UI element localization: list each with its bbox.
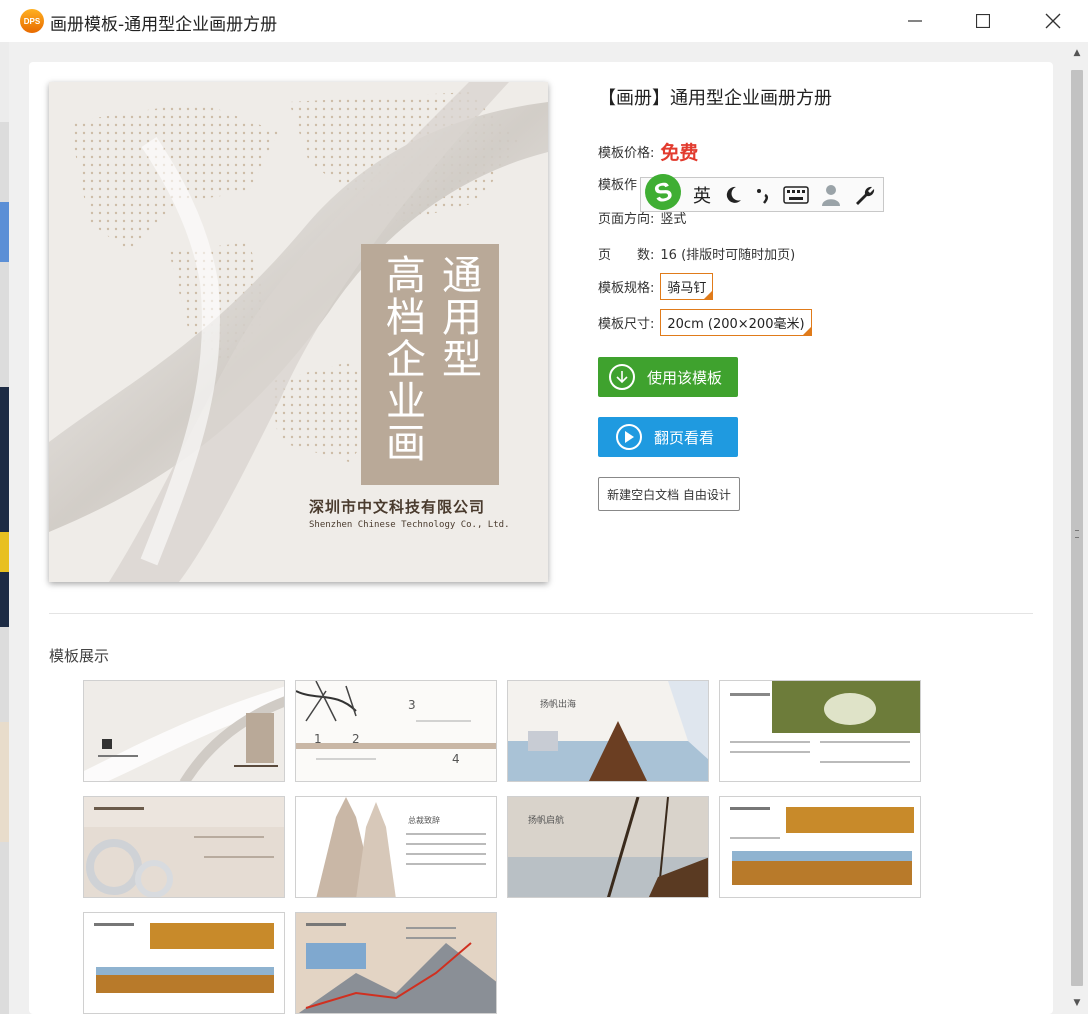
price-label: 模板价格: [598, 146, 655, 161]
close-icon [1045, 13, 1061, 29]
thumbnail-7[interactable]: 扬帆启航 [507, 796, 709, 898]
svg-text:总裁致辞: 总裁致辞 [408, 815, 440, 825]
author-label: 模板作 [598, 178, 638, 193]
thumbnail-bamboo-graphic: 1 2 3 4 [296, 681, 496, 781]
punctuation-icon[interactable] [755, 185, 771, 205]
template-detail-panel: 通用型 高档企业画 深圳市中文科技有限公司 Shenzhen Chinese T… [29, 62, 1053, 1014]
svg-text:2: 2 [352, 732, 360, 746]
flip-preview-button[interactable]: 翻页看看 [598, 417, 738, 457]
thumbnail-8[interactable] [719, 796, 921, 898]
ime-toolbar[interactable]: S 英 [640, 169, 884, 214]
size-row: 模板尺寸: 20cm (200×200毫米) [598, 309, 812, 336]
template-cover-preview[interactable]: 通用型 高档企业画 深圳市中文科技有限公司 Shenzhen Chinese T… [49, 82, 548, 582]
pages-value: 16 (排版时可随时加页) [660, 248, 796, 263]
scrollbar-thumb[interactable] [1071, 70, 1083, 986]
ime-mode-toggle[interactable]: 英 [693, 182, 711, 208]
thumbnail-cover-graphic [84, 681, 284, 781]
maximize-button[interactable] [948, 0, 1018, 42]
svg-text:扬帆出海: 扬帆出海 [540, 698, 576, 710]
window-titlebar: DPS 画册模板-通用型企业画册方册 [0, 0, 1088, 42]
template-title: 【画册】通用型企业画册方册 [598, 88, 832, 109]
flip-preview-label: 翻页看看 [654, 428, 715, 447]
pages-row: 页 数: 16 (排版时可随时加页) [598, 244, 795, 263]
cover-title-col1: 通用型 [435, 254, 481, 380]
use-template-label: 使用该模板 [647, 368, 723, 387]
cover-company-name-en: Shenzhen Chinese Technology Co., Ltd. [309, 520, 510, 530]
thumbnail-boat-graphic: 扬帆启航 [508, 797, 708, 897]
user-icon[interactable] [821, 184, 841, 206]
cover-company-name: 深圳市中文科技有限公司 [309, 498, 486, 516]
thumbnail-2[interactable]: 1 2 3 4 [295, 680, 497, 782]
sogou-logo-icon[interactable]: S [640, 169, 686, 214]
close-button[interactable] [1018, 0, 1088, 42]
thumbnail-1[interactable] [83, 680, 285, 782]
author-row: 模板作 [598, 174, 643, 193]
svg-text:4: 4 [452, 752, 460, 766]
moon-icon[interactable] [723, 185, 743, 205]
background-window-strip [0, 42, 9, 1014]
thumbnail-sail-graphic: 扬帆出海 [508, 681, 708, 781]
cover-title-col2: 高档企业画 [379, 254, 425, 464]
window-title: 画册模板-通用型企业画册方册 [50, 15, 278, 35]
thumbnail-river-graphic [720, 797, 920, 897]
thumbnail-5[interactable] [83, 796, 285, 898]
keyboard-icon[interactable] [783, 185, 809, 204]
size-option[interactable]: 20cm (200×200毫米) [660, 309, 812, 336]
new-blank-document-button[interactable]: 新建空白文档 自由设计 [598, 477, 740, 511]
thumbnail-10[interactable] [295, 912, 497, 1014]
binding-label: 模板规格: [598, 281, 655, 296]
minimize-icon [908, 20, 922, 22]
binding-option[interactable]: 骑马钉 [660, 273, 714, 300]
play-icon [616, 424, 642, 450]
showcase-title: 模板展示 [49, 647, 110, 665]
cover-title: 通用型 高档企业画 [361, 254, 499, 484]
size-label: 模板尺寸: [598, 317, 655, 332]
price-value: 免费 [660, 142, 699, 164]
thumbnail-gears-graphic [84, 797, 284, 897]
binding-row: 模板规格: 骑马钉 [598, 273, 714, 300]
thumbnail-6[interactable]: 总裁致辞 [295, 796, 497, 898]
svg-text:扬帆启航: 扬帆启航 [528, 814, 564, 826]
maximize-icon [976, 14, 990, 28]
download-arrow-icon [609, 364, 635, 390]
thumbnail-9[interactable] [83, 912, 285, 1014]
app-logo-icon: DPS [20, 9, 44, 33]
thumbnail-stadium-graphic [720, 681, 920, 781]
thumbnail-mountain-graphic [296, 913, 496, 1013]
minimize-button[interactable] [880, 0, 950, 42]
use-template-button[interactable]: 使用该模板 [598, 357, 738, 397]
vertical-scrollbar[interactable]: ▲ ▼ [1066, 42, 1088, 1014]
thumbnail-map-graphic: 总裁致辞 [296, 797, 496, 897]
scroll-down-arrow-icon[interactable]: ▼ [1066, 994, 1088, 1012]
thumbnail-3[interactable]: 扬帆出海 [507, 680, 709, 782]
wrench-icon[interactable] [853, 184, 875, 206]
svg-text:1: 1 [314, 732, 322, 746]
svg-text:3: 3 [408, 698, 416, 712]
section-divider [49, 613, 1033, 614]
pages-label: 页 数: [598, 248, 655, 263]
price-row: 模板价格: 免费 [598, 138, 698, 165]
thumbnail-4[interactable] [719, 680, 921, 782]
thumbnail-river2-graphic [84, 913, 284, 1013]
scroll-up-arrow-icon[interactable]: ▲ [1066, 44, 1088, 62]
